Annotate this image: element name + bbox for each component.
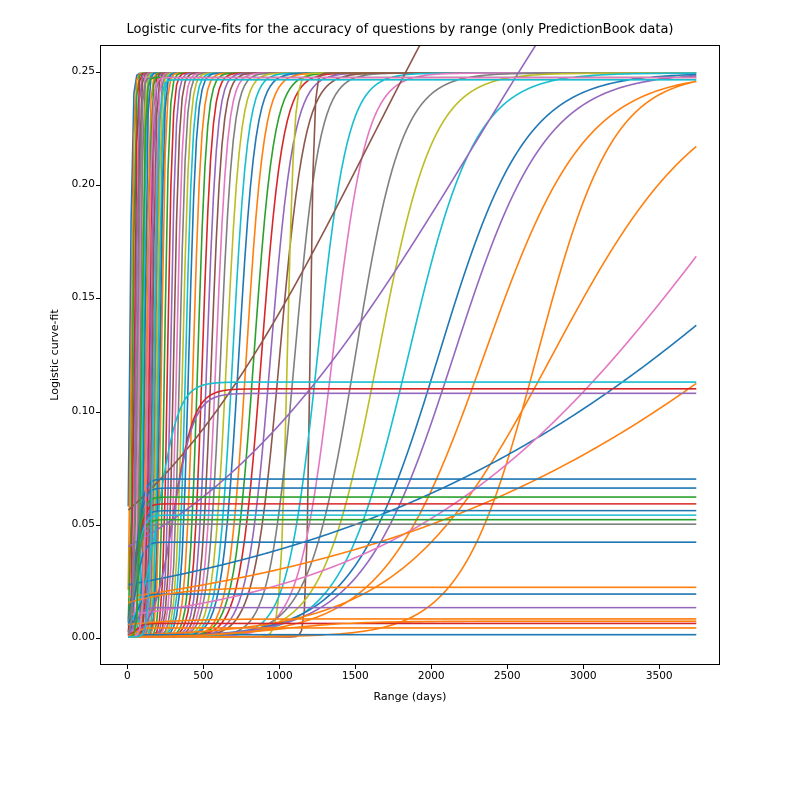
series-line: [128, 73, 696, 637]
series-line: [128, 73, 696, 637]
plot-area: [100, 45, 720, 665]
series-line: [128, 73, 696, 637]
y-tick-label: 0.20: [60, 178, 95, 190]
series-line: [128, 73, 696, 637]
y-tick-label: 0.00: [60, 631, 95, 643]
series-line: [128, 81, 696, 636]
series-line: [128, 73, 696, 637]
series-line: [128, 73, 696, 637]
y-tick-label: 0.10: [60, 405, 95, 417]
series-line: [128, 0, 696, 547]
series-line: [128, 73, 696, 637]
series-line: [128, 73, 696, 637]
series-line: [128, 73, 696, 637]
series-line: [128, 73, 696, 637]
series-line: [128, 73, 696, 632]
y-tick-label: 0.05: [60, 518, 95, 530]
series-line: [128, 73, 696, 637]
series-line: [128, 73, 696, 637]
series-line: [128, 73, 696, 637]
series-line: [128, 73, 696, 637]
series-line: [128, 73, 696, 637]
series-line: [128, 73, 696, 637]
series-line: [128, 78, 696, 637]
x-tick-label: 1500: [330, 670, 380, 682]
series-line: [128, 73, 696, 637]
series-line: [128, 78, 696, 637]
line-plot-svg: [101, 46, 719, 664]
chart-title: Logistic curve-fits for the accuracy of …: [0, 22, 800, 37]
series-line: [128, 542, 696, 625]
series-line: [128, 73, 696, 637]
x-tick-label: 3500: [634, 670, 684, 682]
series-line: [128, 73, 696, 637]
series-line: [128, 73, 696, 637]
series-line: [128, 73, 696, 637]
series-line: [128, 73, 696, 637]
y-tick-label: 0.15: [60, 291, 95, 303]
series-line: [128, 73, 696, 637]
series-line: [128, 73, 696, 637]
series-line: [128, 73, 696, 637]
series-line: [128, 73, 696, 637]
series-line: [128, 73, 696, 635]
series-line: [128, 80, 696, 637]
x-axis-label: Range (days): [100, 690, 720, 703]
series-line: [128, 73, 696, 636]
series-line: [128, 73, 696, 637]
series-line: [128, 81, 696, 637]
series-line: [128, 73, 696, 590]
series-line: [128, 73, 696, 637]
x-tick-label: 1000: [254, 670, 304, 682]
series-line: [128, 73, 696, 637]
series-line: [128, 73, 696, 637]
series-line: [128, 73, 696, 637]
y-axis-label: Logistic curve-fit: [48, 45, 64, 665]
series-line: [128, 325, 696, 584]
x-tick-label: 0: [102, 670, 152, 682]
series-line: [128, 75, 696, 637]
series-line: [128, 73, 696, 637]
series-line: [128, 78, 696, 635]
series-line: [128, 73, 696, 637]
series-line: [128, 73, 696, 637]
series-line: [128, 73, 696, 637]
x-tick-label: 500: [178, 670, 228, 682]
series-line: [128, 73, 696, 637]
series-line: [128, 73, 696, 637]
y-tick-label: 0.25: [60, 65, 95, 77]
x-tick-label: 2500: [482, 670, 532, 682]
series-line: [128, 73, 696, 622]
series-line: [128, 73, 696, 637]
series-line: [128, 76, 696, 637]
series-line: [128, 73, 696, 637]
series-line: [128, 73, 696, 637]
figure: Logistic curve-fits for the accuracy of …: [0, 0, 800, 800]
series-line: [128, 73, 696, 637]
series-line: [128, 73, 696, 637]
series-line: [128, 73, 696, 637]
series-line: [128, 73, 696, 637]
series-line: [128, 73, 696, 637]
series-line: [128, 73, 696, 637]
series-line: [128, 73, 696, 637]
series-line: [128, 73, 696, 637]
x-tick-label: 2000: [406, 670, 456, 682]
x-tick-label: 3000: [558, 670, 608, 682]
